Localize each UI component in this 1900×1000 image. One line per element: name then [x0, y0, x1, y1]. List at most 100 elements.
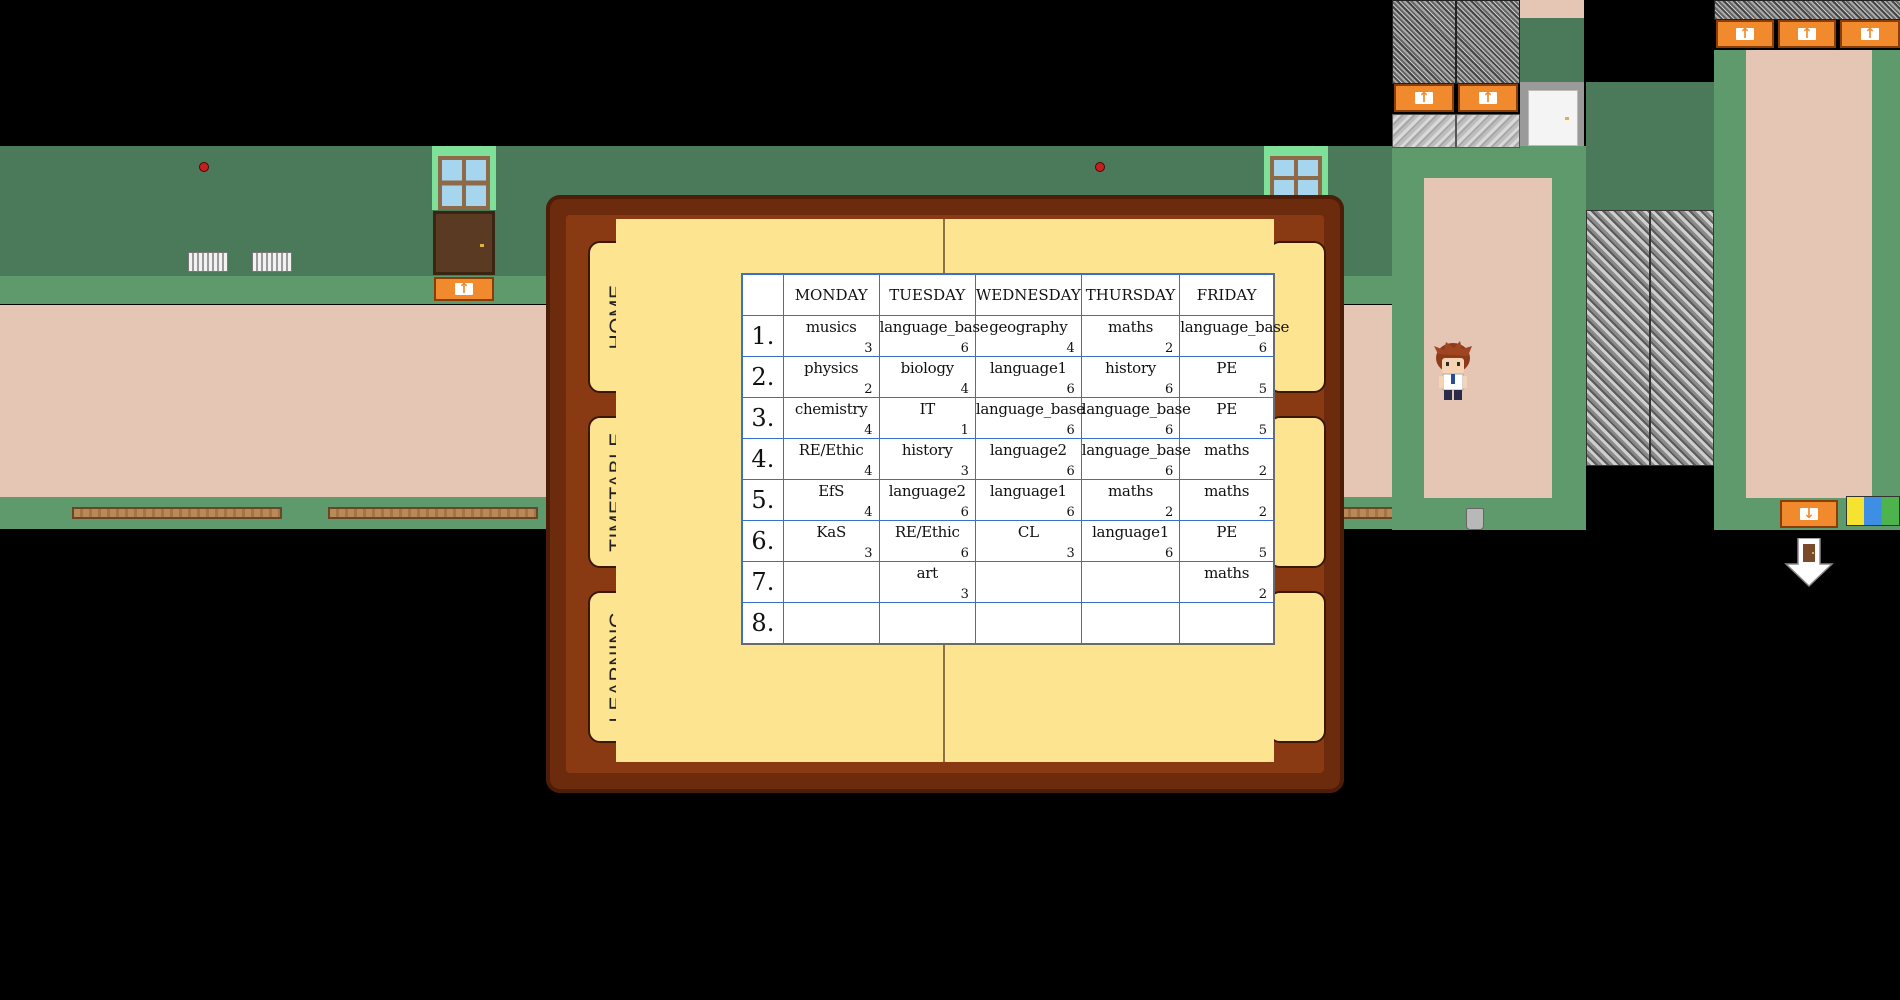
timetable-cell[interactable]: history 6	[1080, 356, 1181, 398]
timetable-cell[interactable]: language2 6	[974, 438, 1082, 480]
fire-alarm-icon	[199, 162, 209, 172]
timetable-cell[interactable]: language_base 6	[878, 315, 989, 357]
timetable-cell[interactable]: language_base 6	[1179, 315, 1289, 357]
timetable-cell[interactable]: maths 2	[1179, 561, 1274, 603]
timetable-cell[interactable]: language1 6	[974, 479, 1082, 521]
timetable-cell[interactable]: language_base 6	[974, 397, 1085, 439]
subject-name: history	[1105, 359, 1156, 377]
subject-count: 3	[1066, 546, 1075, 561]
timetable-row: 7. art 3 maths 2	[742, 561, 1274, 603]
room-floor	[1424, 178, 1552, 498]
stairs-up-sign[interactable]: ↑	[1716, 20, 1774, 48]
stairs-up-sign[interactable]: ↑	[1394, 84, 1454, 112]
timetable-cell[interactable]: PE 5	[1179, 397, 1274, 439]
subject-count: 2	[1258, 464, 1267, 479]
radiator-icon	[188, 252, 228, 272]
subject-name: biology	[900, 359, 955, 377]
subject-name: physics	[804, 359, 859, 377]
timetable-header-row: MONDAY TUESDAY WEDNESDAY THURSDAY FRIDAY	[742, 274, 1274, 316]
stairs-up-sign[interactable]: ↑	[1840, 20, 1900, 48]
timetable-cell[interactable]: maths 2	[1179, 479, 1274, 521]
timetable-cell[interactable]: PE 5	[1179, 520, 1274, 562]
subject-name: language1	[989, 359, 1067, 377]
timetable-cell[interactable]: biology 4	[878, 356, 976, 398]
subject-count: 6	[960, 505, 969, 520]
subject-count: 2	[864, 382, 873, 397]
timetable-cell[interactable]: language2 6	[878, 479, 976, 521]
timetable-cell[interactable]: physics 2	[782, 356, 880, 398]
subject-name: language2	[888, 482, 966, 500]
subject-name: language2	[989, 441, 1067, 459]
exit-arrow-icon[interactable]	[1784, 537, 1834, 588]
subject-name: PE	[1216, 523, 1237, 541]
timetable-cell[interactable]	[1080, 561, 1181, 603]
timetable-cell[interactable]: musics 3	[782, 315, 880, 357]
subject-name: language_base	[1081, 441, 1191, 459]
timetable-cell[interactable]: RE/Ethic 6	[878, 520, 976, 562]
stairs-up-sign[interactable]: ↑	[1778, 20, 1836, 48]
subject-name: musics	[805, 318, 857, 336]
fire-alarm-icon	[1095, 162, 1105, 172]
period-number: 7.	[742, 561, 784, 603]
arrow-up-icon: ↑	[1798, 27, 1816, 41]
subject-name: maths	[1108, 482, 1154, 500]
timetable-cell[interactable]: language1 6	[974, 356, 1082, 398]
subject-count: 6	[1164, 382, 1174, 397]
timetable-cell[interactable]: chemistry 4	[782, 397, 880, 439]
timetable-cell[interactable]	[974, 561, 1082, 603]
timetable-row: 4. RE/Ethic 4 history 3 language2 6 language_ba…	[742, 438, 1274, 480]
planner-page: MONDAY TUESDAY WEDNESDAY THURSDAY FRIDAY…	[616, 219, 1289, 762]
day-header: MONDAY	[782, 274, 880, 316]
right-tab[interactable]	[1268, 241, 1326, 393]
player-character-icon[interactable]	[1432, 340, 1474, 402]
subject-count: 2	[1258, 505, 1267, 520]
timetable-cell[interactable]: geography 4	[974, 315, 1082, 357]
white-door[interactable]	[1528, 90, 1578, 146]
subject-count: 6	[1164, 464, 1174, 479]
classroom-door[interactable]	[433, 211, 495, 275]
subject-name: art	[916, 564, 939, 582]
timetable-cell[interactable]: history 3	[878, 438, 976, 480]
subject-count: 6	[1066, 382, 1075, 397]
timetable-cell[interactable]: art 3	[878, 561, 976, 603]
timetable-corner	[742, 274, 784, 316]
period-number: 2.	[742, 356, 784, 398]
timetable-cell[interactable]: maths 2	[1179, 438, 1274, 480]
bench	[72, 507, 282, 519]
stairs-up-sign[interactable]: ↑	[1458, 84, 1518, 112]
stone-floor	[1456, 114, 1520, 148]
timetable-row: 3. chemistry 4 IT 1 language_base 6 language_ba…	[742, 397, 1274, 439]
timetable-cell[interactable]: PE 5	[1179, 356, 1274, 398]
timetable-cell[interactable]	[1080, 602, 1181, 644]
timetable-cell[interactable]: maths 2	[1080, 315, 1181, 357]
enter-sign[interactable]: ↑	[434, 277, 494, 301]
timetable-cell[interactable]: EfS 4	[782, 479, 880, 521]
stone-wall	[1456, 0, 1520, 84]
timetable-cell[interactable]	[878, 602, 976, 644]
subject-count: 5	[1258, 546, 1267, 561]
subject-count: 1	[960, 423, 969, 438]
subject-name: maths	[1204, 482, 1250, 500]
timetable-cell[interactable]	[782, 561, 880, 603]
stairs-down-sign[interactable]: ↓	[1780, 500, 1838, 528]
stair-landing	[1520, 18, 1584, 82]
timetable-cell[interactable]: maths 2	[1080, 479, 1181, 521]
right-tab[interactable]	[1268, 591, 1326, 743]
subject-name: PE	[1216, 359, 1237, 377]
subject-count: 2	[1164, 341, 1174, 356]
timetable-cell[interactable]: language_base 6	[1080, 397, 1191, 439]
timetable-cell[interactable]: language1 6	[1080, 520, 1181, 562]
timetable-cell[interactable]: language_base 6	[1080, 438, 1191, 480]
timetable-cell[interactable]: KaS 3	[782, 520, 880, 562]
planner-cover: HOME TIMETABLE LEARNING MONDAY TUESDAY W…	[566, 215, 1326, 773]
timetable-cell[interactable]: CL 3	[974, 520, 1082, 562]
timetable-cell[interactable]	[974, 602, 1082, 644]
timetable-cell[interactable]: RE/Ethic 4	[782, 438, 880, 480]
timetable-cell[interactable]	[1179, 602, 1274, 644]
stone-wall	[1392, 0, 1456, 84]
right-tab[interactable]	[1268, 416, 1326, 568]
timetable-cell[interactable]	[782, 602, 880, 644]
arrow-up-icon: ↑	[1736, 27, 1754, 41]
timetable-cell[interactable]: IT 1	[878, 397, 976, 439]
period-number: 4.	[742, 438, 784, 480]
